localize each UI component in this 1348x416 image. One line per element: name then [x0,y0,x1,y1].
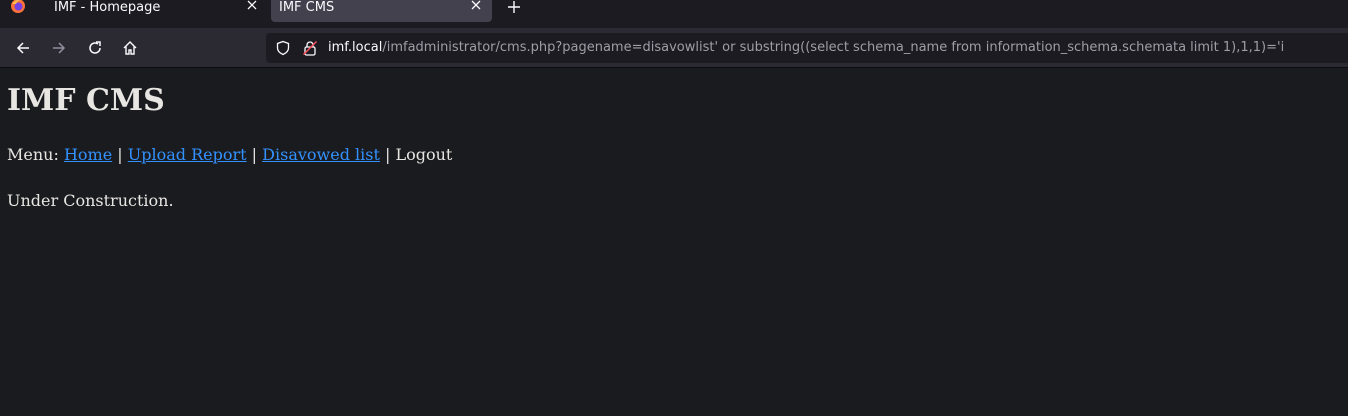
page-title: IMF CMS [7,83,165,118]
reload-button[interactable] [83,36,107,60]
reload-icon [89,41,101,54]
back-arrow-icon [16,42,29,54]
tab-imf-cms[interactable]: IMF CMS [271,0,492,22]
forward-button[interactable] [47,36,71,60]
menu-prefix: Menu: [7,145,59,164]
menu-link-home[interactable]: Home [64,145,112,164]
close-icon[interactable] [245,0,259,14]
navigation-toolbar: imf.local/imfadministrator/cms.php?pagen… [0,28,1348,68]
plus-icon[interactable] [505,0,523,16]
home-button[interactable] [118,36,142,60]
url-path: /imfadministrator/cms.php?pagename=disav… [382,40,1285,55]
tab-label: IMF - Homepage [54,0,161,15]
menu-separator: | [384,145,391,164]
firefox-icon [11,0,25,13]
menu-separator: | [117,145,123,164]
menu-separator: | [251,145,258,164]
close-icon[interactable] [469,0,483,14]
home-icon [123,41,137,55]
page-content: IMF CMS Menu: Home | Upload Report | Dis… [0,69,1348,416]
shield-icon[interactable] [275,40,291,56]
lock-icon[interactable] [302,40,318,56]
tab-imf-homepage[interactable]: IMF - Homepage [44,0,266,22]
url-text[interactable]: imf.local/imfadministrator/cms.php?pagen… [328,39,1338,57]
tab-label: IMF CMS [279,0,335,15]
menu-link-disavowed-list[interactable]: Disavowed list [262,145,380,164]
site-menu: Menu: Home | Upload Report | Disavowed l… [7,145,452,165]
forward-arrow-icon [53,42,66,54]
menu-logout[interactable]: Logout [395,145,452,164]
back-button[interactable] [11,36,35,60]
url-host: imf.local [328,40,383,55]
url-bar[interactable]: imf.local/imfadministrator/cms.php?pagen… [266,33,1348,63]
tab-strip: IMF - Homepage IMF CMS [0,0,1348,28]
status-message: Under Construction. [7,191,174,210]
menu-link-upload-report[interactable]: Upload Report [128,145,247,164]
